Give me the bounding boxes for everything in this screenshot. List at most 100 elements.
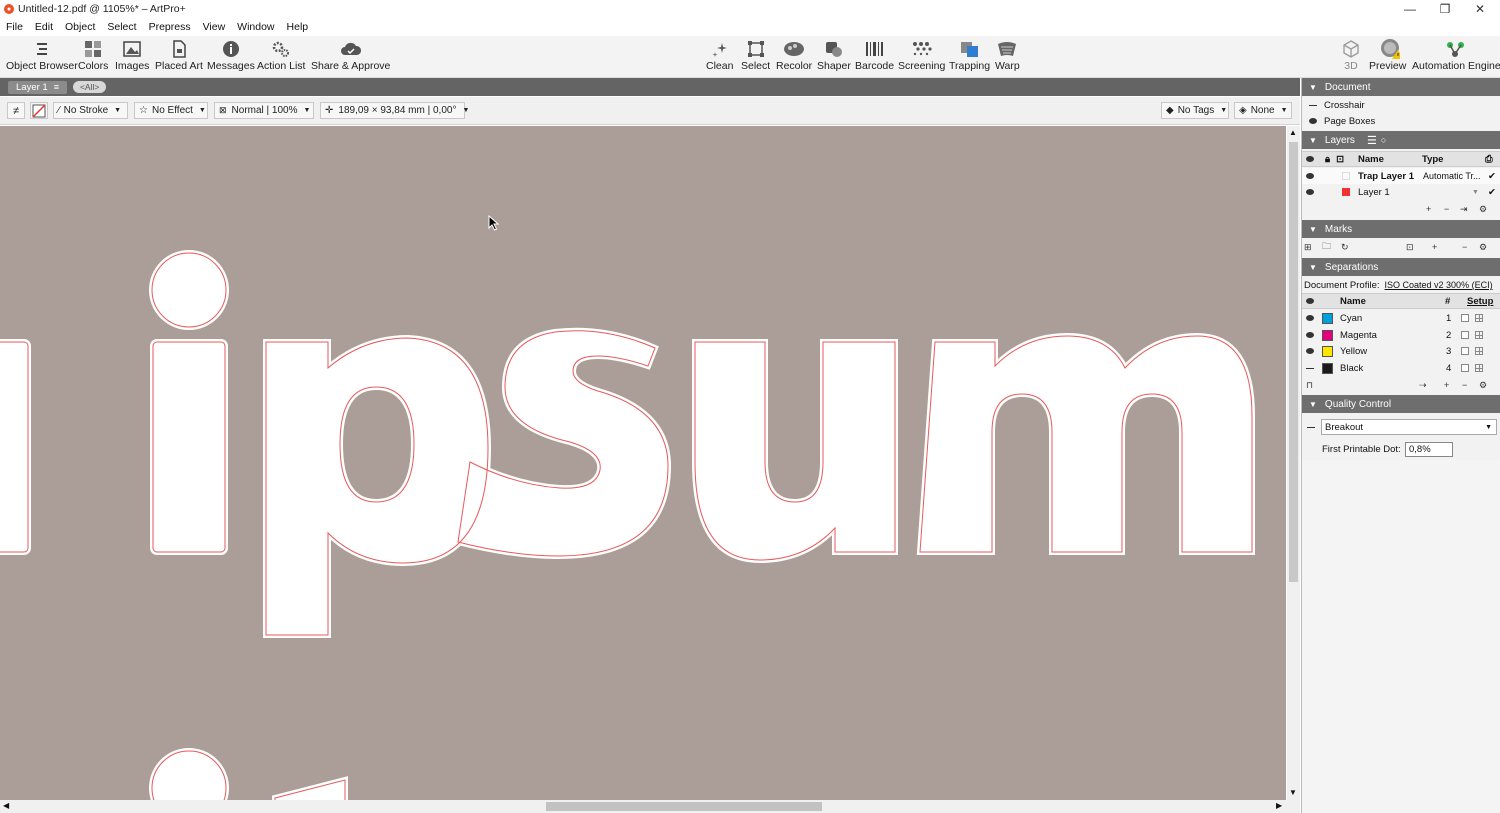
trapping-button[interactable]: Trapping — [949, 38, 990, 72]
page-boxes-row[interactable]: Page Boxes — [1302, 113, 1500, 129]
folder-icon[interactable]: 🗀︎ — [1322, 239, 1331, 255]
shaper-button[interactable]: Shaper — [817, 38, 851, 72]
circle-view-icon[interactable]: ○ — [1381, 135, 1386, 145]
object-browser-button[interactable]: Object Browser — [6, 38, 78, 72]
menu-edit[interactable]: Edit — [29, 21, 59, 33]
clean-button[interactable]: Clean — [706, 38, 733, 72]
document-canvas[interactable]: ipsum — [0, 126, 1286, 800]
move-layer-icon[interactable]: ⇥ — [1460, 204, 1468, 215]
layer-row[interactable]: Trap Layer 1 Automatic Tr... ✔ — [1302, 168, 1500, 184]
separations-section-header[interactable]: ▼ Separations — [1302, 258, 1500, 276]
fill-toggle-button[interactable]: ≠ — [7, 102, 25, 119]
crosshair-row[interactable]: Crosshair — [1302, 97, 1500, 113]
separation-checkbox[interactable] — [1461, 314, 1469, 322]
gear-icon[interactable]: ⚙ — [1479, 380, 1487, 391]
action-list-button[interactable]: Action List — [257, 38, 305, 72]
separation-checkbox[interactable] — [1461, 364, 1469, 372]
screen-grid-icon[interactable] — [1475, 347, 1483, 355]
eye-icon[interactable] — [1306, 348, 1314, 354]
horizontal-scroll-thumb[interactable] — [546, 802, 822, 811]
messages-button[interactable]: Messages — [207, 38, 255, 72]
minimize-button[interactable]: — — [1392, 0, 1428, 18]
menu-object[interactable]: Object — [59, 21, 101, 33]
scroll-right-icon[interactable]: ▶ — [1276, 801, 1282, 810]
lock-icon[interactable]: ⊓ — [1306, 380, 1313, 391]
number-column-header[interactable]: # — [1445, 296, 1450, 307]
separation-row[interactable]: Magenta 2 — [1302, 327, 1500, 343]
eye-icon[interactable] — [1306, 332, 1314, 338]
menu-select[interactable]: Select — [101, 21, 142, 33]
menu-window[interactable]: Window — [231, 21, 280, 33]
remove-icon[interactable]: − — [1462, 242, 1467, 252]
separation-checkbox[interactable] — [1461, 347, 1469, 355]
menu-prepress[interactable]: Prepress — [143, 21, 197, 33]
gear-icon[interactable]: ⚙ — [1479, 204, 1487, 215]
screening-button[interactable]: Screening — [898, 38, 945, 72]
eye-icon[interactable] — [1306, 173, 1314, 179]
first-printable-dot-input[interactable]: 0,8% — [1405, 441, 1453, 457]
stroke-toggle-button[interactable] — [30, 102, 48, 119]
screen-grid-icon[interactable] — [1475, 314, 1483, 322]
dash-icon[interactable] — [1307, 426, 1315, 428]
vertical-scroll-thumb[interactable] — [1289, 142, 1298, 582]
eye-icon[interactable] — [1306, 315, 1314, 321]
placed-art-button[interactable]: Placed Art — [155, 38, 203, 72]
eye-icon[interactable] — [1306, 189, 1314, 195]
screen-grid-icon[interactable] — [1475, 331, 1483, 339]
separation-checkbox[interactable] — [1461, 331, 1469, 339]
3d-button[interactable]: 3D — [1339, 38, 1363, 72]
import-icon[interactable]: ⇢ — [1419, 380, 1427, 391]
separation-row[interactable]: Cyan 1 — [1302, 310, 1500, 326]
quality-control-section-header[interactable]: ▼ Quality Control — [1302, 395, 1500, 413]
new-mark-icon[interactable]: ⊞ — [1304, 242, 1312, 253]
recolor-button[interactable]: Recolor — [776, 38, 812, 72]
horizontal-scrollbar[interactable]: ◀ ▶ — [0, 800, 1287, 813]
effect-dropdown[interactable]: ☆ No Effect ▼ — [134, 102, 208, 119]
menu-help[interactable]: Help — [281, 21, 315, 33]
select-tool-button[interactable]: Select — [741, 38, 770, 72]
dash-icon[interactable] — [1306, 367, 1314, 369]
marks-section-header[interactable]: ▼ Marks — [1302, 220, 1500, 238]
chevron-down-icon[interactable]: ▼ — [1472, 189, 1479, 196]
screen-grid-icon[interactable] — [1475, 364, 1483, 372]
add-icon[interactable]: + — [1426, 204, 1431, 214]
warp-button[interactable]: Warp — [995, 38, 1020, 72]
eye-icon[interactable] — [1309, 118, 1317, 124]
separation-row[interactable]: Yellow 3 — [1302, 343, 1500, 359]
layers-section-header[interactable]: ▼ Layers ☰ ○ — [1302, 131, 1500, 149]
vertical-scrollbar[interactable]: ▲ ▼ — [1287, 126, 1300, 800]
scroll-up-icon[interactable]: ▲ — [1289, 128, 1297, 137]
mark-set-icon[interactable]: ⊡ — [1406, 242, 1414, 253]
maximize-button[interactable]: ❐ — [1427, 0, 1463, 18]
remove-icon[interactable]: − — [1462, 380, 1467, 390]
tags-dropdown[interactable]: ◆ No Tags ▼ — [1161, 102, 1229, 119]
refresh-icon[interactable]: ↻ — [1341, 242, 1349, 253]
size-field[interactable]: ✛ 189,09 × 93,84 mm | 0,00° ▼ — [320, 102, 469, 119]
share-approve-button[interactable]: Share & Approve — [311, 38, 390, 72]
stroke-dropdown[interactable]: ∕ No Stroke ▼ — [53, 102, 128, 119]
barcode-button[interactable]: Barcode — [855, 38, 894, 72]
preview-button[interactable]: Preview — [1369, 38, 1406, 72]
quality-mode-select[interactable]: Breakout ▼ — [1321, 419, 1497, 435]
add-icon[interactable]: + — [1444, 380, 1449, 390]
list-view-icon[interactable]: ☰ — [1367, 134, 1377, 147]
add-icon[interactable]: + — [1432, 242, 1437, 252]
automation-engine-button[interactable]: Automation Engine — [1412, 38, 1500, 72]
document-section-header[interactable]: ▼ Document — [1302, 78, 1500, 96]
document-profile-link[interactable]: ISO Coated v2 300% (ECI) — [1385, 280, 1493, 290]
name-column-header[interactable]: Name — [1340, 296, 1366, 307]
close-button[interactable]: ✕ — [1462, 0, 1498, 18]
layer-tab-current[interactable]: Layer 1 ≡ — [8, 80, 67, 94]
setup-column-header[interactable]: Setup — [1467, 296, 1493, 307]
colors-button[interactable]: Colors — [78, 38, 108, 72]
blend-dropdown[interactable]: ⊠ Normal | 100% ▼ — [214, 102, 314, 119]
menu-view[interactable]: View — [197, 21, 232, 33]
separation-row[interactable]: Black 4 — [1302, 360, 1500, 376]
layer-tab-all[interactable]: <All> — [72, 81, 107, 93]
menu-file[interactable]: File — [0, 21, 29, 33]
remove-icon[interactable]: − — [1444, 204, 1449, 214]
scroll-left-icon[interactable]: ◀ — [3, 801, 9, 810]
none-dropdown[interactable]: ◈ None ▼ — [1234, 102, 1292, 119]
scroll-down-icon[interactable]: ▼ — [1289, 788, 1297, 797]
name-column-header[interactable]: Name — [1358, 154, 1384, 165]
